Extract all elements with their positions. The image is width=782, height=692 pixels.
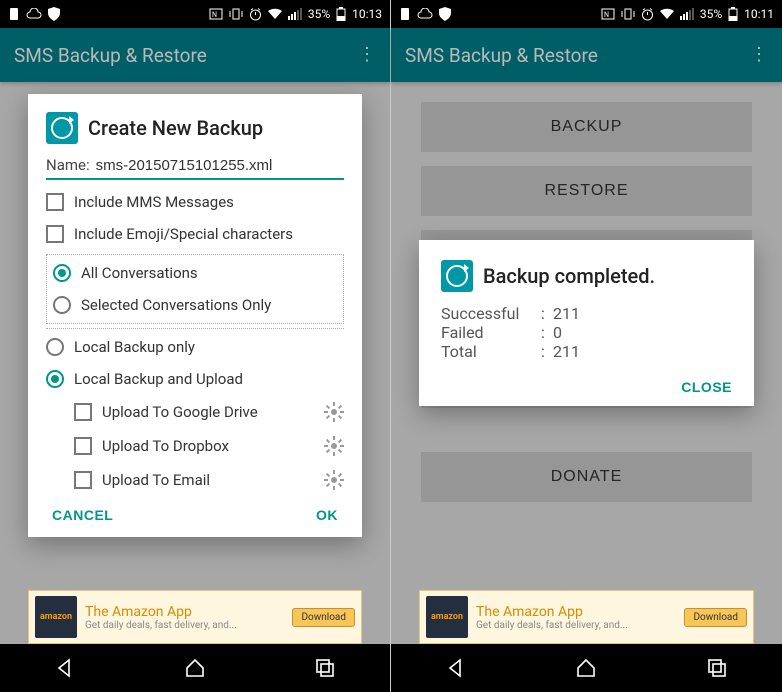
app-logo-icon bbox=[46, 112, 78, 144]
result-key: Successful bbox=[441, 304, 541, 323]
alarm-icon bbox=[249, 8, 262, 21]
option-local-only[interactable]: Local Backup only bbox=[46, 331, 344, 363]
checkbox-icon bbox=[74, 403, 92, 421]
result-value: 211 bbox=[553, 342, 580, 361]
gear-icon[interactable] bbox=[324, 470, 344, 490]
phone-right: N 35% 10:11 SMS Backup & Restore ⋮ BACKU… bbox=[391, 0, 782, 692]
backup-name-input[interactable] bbox=[96, 157, 344, 174]
back-icon[interactable] bbox=[53, 656, 77, 680]
ad-logo-icon: amazon bbox=[426, 596, 468, 638]
result-key: Failed bbox=[441, 323, 541, 342]
radio-icon bbox=[46, 370, 64, 388]
ad-download-button[interactable]: Download bbox=[684, 608, 747, 627]
divider bbox=[46, 328, 344, 329]
option-upload-dropbox[interactable]: Upload To Dropbox bbox=[46, 429, 344, 463]
option-label: Selected Conversations Only bbox=[81, 296, 271, 314]
ad-banner[interactable]: amazon The Amazon App Get daily deals, f… bbox=[419, 590, 754, 644]
wifi-icon bbox=[268, 8, 282, 20]
dialog-title: Backup completed. bbox=[483, 264, 655, 288]
alarm-icon bbox=[641, 8, 654, 21]
nfc-icon: N bbox=[209, 8, 223, 20]
close-button[interactable]: CLOSE bbox=[681, 379, 732, 395]
svg-text:N: N bbox=[604, 11, 609, 19]
conversation-scope-group: All Conversations Selected Conversations… bbox=[46, 254, 344, 324]
cloud-icon bbox=[26, 8, 42, 20]
option-label: Local Backup only bbox=[74, 338, 195, 356]
radio-icon bbox=[53, 296, 71, 314]
battery-text: 35% bbox=[308, 7, 330, 21]
radio-icon bbox=[46, 338, 64, 356]
status-bar: N 35% 10:11 bbox=[391, 0, 782, 28]
nav-bar bbox=[0, 644, 390, 692]
ad-logo-icon: amazon bbox=[35, 596, 77, 638]
ad-subtitle: Get daily deals, fast delivery, and... bbox=[85, 620, 284, 631]
dialog-title: Create New Backup bbox=[88, 116, 263, 140]
vibrate-icon bbox=[229, 7, 243, 21]
option-include-mms[interactable]: Include MMS Messages bbox=[46, 186, 344, 218]
app-logo-icon bbox=[441, 260, 473, 292]
home-icon[interactable] bbox=[183, 656, 207, 680]
result-value: 211 bbox=[553, 304, 580, 323]
result-value: 0 bbox=[553, 323, 562, 342]
option-local-and-upload[interactable]: Local Backup and Upload bbox=[46, 363, 344, 395]
nav-bar bbox=[391, 644, 782, 692]
ad-subtitle: Get daily deals, fast delivery, and... bbox=[476, 620, 676, 631]
battery-text: 35% bbox=[700, 7, 722, 21]
cancel-button[interactable]: CANCEL bbox=[52, 507, 113, 523]
ad-download-button[interactable]: Download bbox=[292, 608, 355, 627]
option-label: All Conversations bbox=[81, 264, 198, 282]
option-all-conversations[interactable]: All Conversations bbox=[53, 257, 337, 289]
option-upload-email[interactable]: Upload To Email bbox=[46, 463, 344, 497]
device-icon bbox=[8, 7, 20, 21]
battery-icon bbox=[728, 7, 738, 21]
clock-text: 10:11 bbox=[744, 7, 774, 21]
option-label: Upload To Email bbox=[102, 471, 210, 489]
option-label: Upload To Google Drive bbox=[102, 403, 258, 421]
recent-apps-icon[interactable] bbox=[705, 656, 729, 680]
clock-text: 10:13 bbox=[352, 7, 382, 21]
backup-result-dialog: Backup completed. Successful : 211 Faile… bbox=[419, 240, 754, 406]
option-label: Include Emoji/Special characters bbox=[74, 225, 293, 243]
cloud-icon bbox=[417, 8, 433, 20]
svg-text:N: N bbox=[212, 11, 217, 19]
result-key: Total bbox=[441, 342, 541, 361]
checkbox-icon bbox=[46, 225, 64, 243]
ad-title: The Amazon App bbox=[476, 604, 676, 620]
recent-apps-icon[interactable] bbox=[313, 656, 337, 680]
battery-icon bbox=[336, 7, 346, 21]
vibrate-icon bbox=[621, 7, 635, 21]
result-row: Successful : 211 bbox=[441, 304, 732, 323]
checkbox-icon bbox=[74, 471, 92, 489]
option-label: Include MMS Messages bbox=[74, 193, 234, 211]
nfc-icon: N bbox=[601, 8, 615, 20]
option-label: Upload To Dropbox bbox=[102, 437, 229, 455]
signal-icon bbox=[680, 8, 694, 20]
create-backup-dialog: Create New Backup Name: Include MMS Mess… bbox=[28, 94, 362, 537]
ad-title: The Amazon App bbox=[85, 604, 284, 620]
wifi-icon bbox=[660, 8, 674, 20]
name-label: Name: bbox=[46, 156, 90, 174]
ad-banner[interactable]: amazon The Amazon App Get daily deals, f… bbox=[28, 590, 362, 644]
shield-icon bbox=[48, 7, 60, 21]
shield-icon bbox=[439, 7, 451, 21]
signal-icon bbox=[288, 8, 302, 20]
ok-button[interactable]: OK bbox=[316, 507, 338, 523]
radio-icon bbox=[53, 264, 71, 282]
option-upload-gdrive[interactable]: Upload To Google Drive bbox=[46, 395, 344, 429]
option-label: Local Backup and Upload bbox=[74, 370, 243, 388]
device-icon bbox=[399, 7, 411, 21]
result-row: Total : 211 bbox=[441, 342, 732, 361]
option-include-emoji[interactable]: Include Emoji/Special characters bbox=[46, 218, 344, 250]
checkbox-icon bbox=[74, 437, 92, 455]
status-bar: N 35% 10:13 bbox=[0, 0, 390, 28]
home-icon[interactable] bbox=[574, 656, 598, 680]
checkbox-icon bbox=[46, 193, 64, 211]
option-selected-conversations[interactable]: Selected Conversations Only bbox=[53, 289, 337, 321]
gear-icon[interactable] bbox=[324, 402, 344, 422]
results-table: Successful : 211 Failed : 0 Total : 211 bbox=[441, 304, 732, 361]
result-row: Failed : 0 bbox=[441, 323, 732, 342]
back-icon[interactable] bbox=[444, 656, 468, 680]
gear-icon[interactable] bbox=[324, 436, 344, 456]
phone-left: N 35% 10:13 SMS Backup & Restore ⋮ Creat… bbox=[0, 0, 391, 692]
